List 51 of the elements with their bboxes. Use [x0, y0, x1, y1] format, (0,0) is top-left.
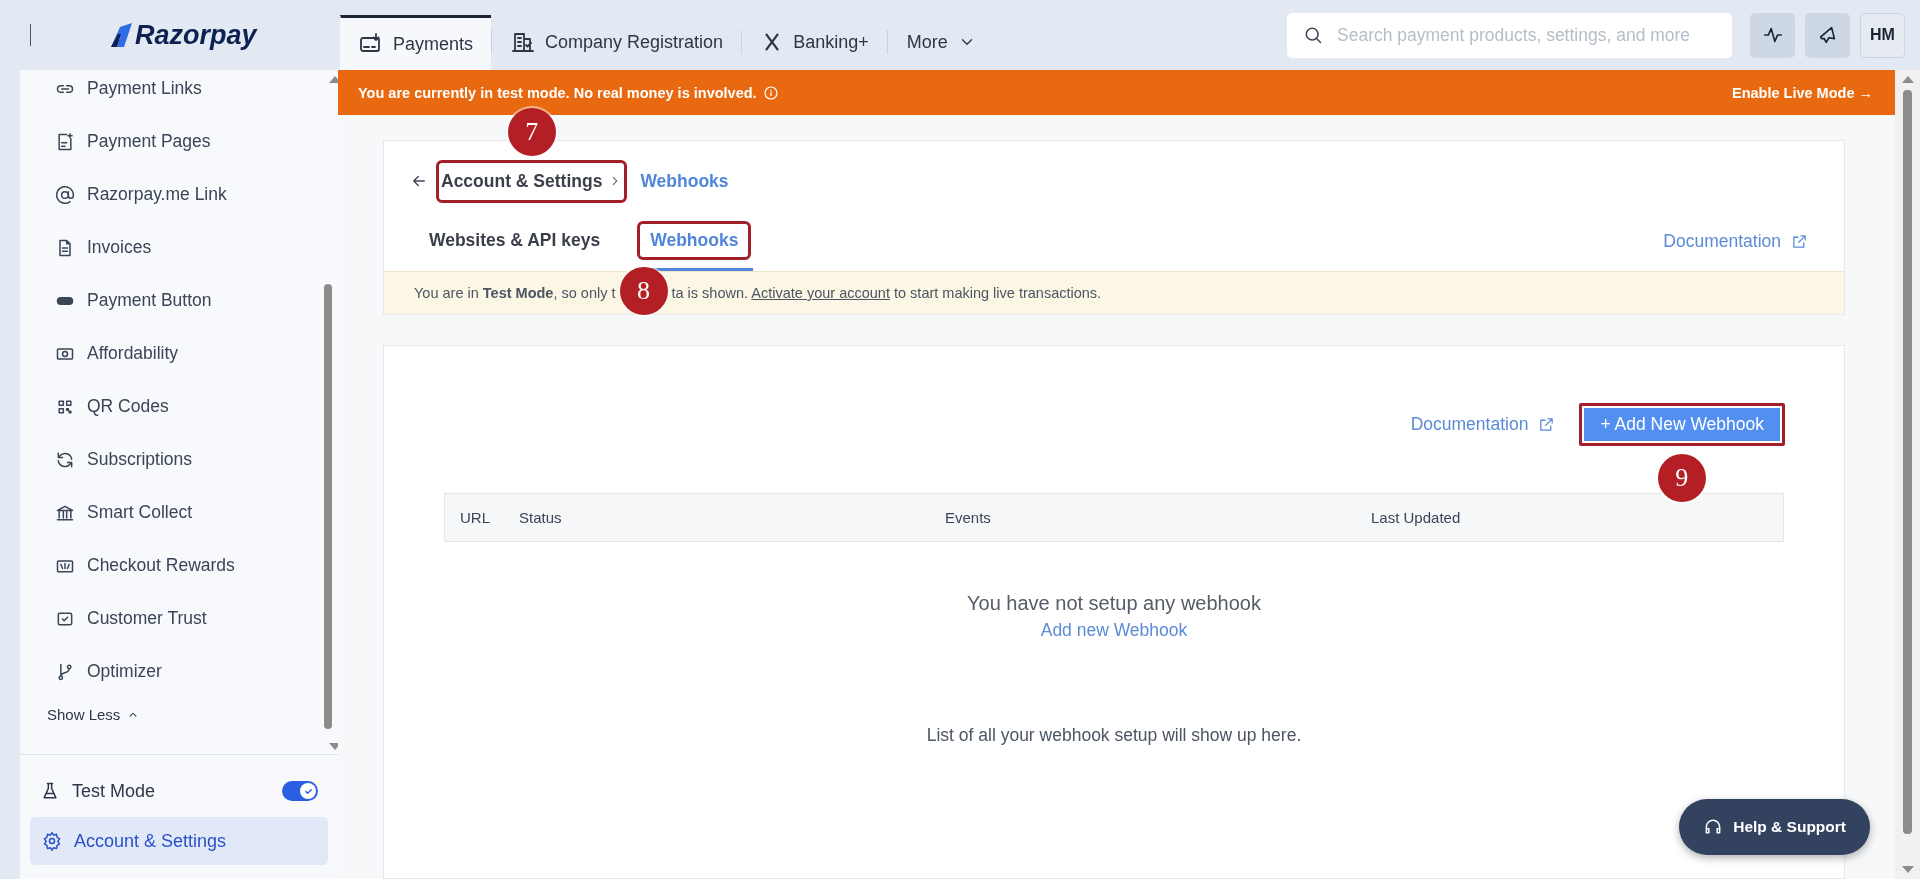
flask-icon	[40, 781, 60, 801]
empty-state-title: You have not setup any webhook	[967, 592, 1261, 615]
column-header: URL	[460, 509, 491, 526]
sidebar-item[interactable]: Payment Button	[55, 274, 338, 327]
step-number-badge: 9	[1657, 454, 1706, 502]
breadcrumb-link[interactable]: Webhooks	[635, 159, 734, 203]
logo-icon	[111, 23, 133, 47]
external-link-icon	[1538, 416, 1556, 433]
account-settings-item[interactable]: Account & Settings	[30, 817, 328, 865]
info-icon	[762, 84, 779, 101]
step-number-badge: 8	[619, 266, 668, 315]
notice-text: ta is shown. Activate your account to start making live transactions.	[671, 285, 1102, 301]
external-link-icon	[1791, 232, 1808, 250]
page-icon	[55, 131, 75, 152]
breadcrumb-link[interactable]: Account & Settings	[436, 159, 628, 203]
step-number-badge: 7	[507, 107, 556, 156]
column-header: Status	[519, 509, 563, 526]
avatar-button[interactable]: HM	[1860, 12, 1905, 58]
announcements-button[interactable]	[1805, 12, 1850, 58]
sidebar-item[interactable]: Affordability	[55, 327, 338, 380]
page-tab[interactable]: Websites & API keys	[414, 217, 616, 271]
sidebar-item[interactable]: QR Codes	[55, 380, 338, 433]
sidebar-item[interactable]: Smart Collect	[55, 486, 338, 539]
sidebar-item[interactable]: Payment Pages	[55, 115, 338, 168]
sidebar-item[interactable]: Payment Links	[55, 62, 338, 115]
sidebar-item[interactable]: Razorpay.me Link	[55, 168, 338, 221]
show-less-toggle[interactable]: Show Less	[47, 706, 338, 723]
sidebar-item[interactable]: Subscriptions	[55, 433, 338, 486]
search-icon	[1303, 25, 1323, 45]
building-icon	[511, 30, 536, 54]
nav-tab[interactable]: Banking+	[742, 14, 887, 70]
settings-icon	[42, 831, 62, 851]
help-support-button[interactable]: Help & Support	[1679, 799, 1870, 855]
test-mode-label: Test Mode	[72, 780, 156, 802]
nav-tab[interactable]: Company Registration	[492, 14, 742, 70]
sidebar-item[interactable]: Customer Trust	[55, 592, 338, 645]
column-header: Events	[945, 509, 992, 526]
sidebar-item[interactable]: Invoices	[55, 221, 338, 274]
nav-tab[interactable]: More	[887, 14, 994, 70]
nav-tab[interactable]: Payments	[340, 15, 492, 70]
column-header: Last Updated	[1371, 509, 1462, 526]
empty-state-note: List of all your webhook setup will show up here.	[926, 725, 1302, 746]
at-icon	[55, 184, 75, 205]
logo[interactable]: Razorpay	[111, 19, 257, 51]
test-mode-message: You are currently in test mode. No real money is involved.	[358, 84, 779, 101]
sidebar-item[interactable]: Checkout Rewards	[55, 539, 338, 592]
activate-account-link[interactable]: Activate your account	[751, 285, 890, 301]
notice-text: You are in Test Mode, so only t	[414, 285, 616, 301]
scrollbar[interactable]	[1895, 70, 1920, 879]
activity-button[interactable]	[1750, 12, 1795, 58]
test-mode-toggle[interactable]	[282, 781, 318, 801]
